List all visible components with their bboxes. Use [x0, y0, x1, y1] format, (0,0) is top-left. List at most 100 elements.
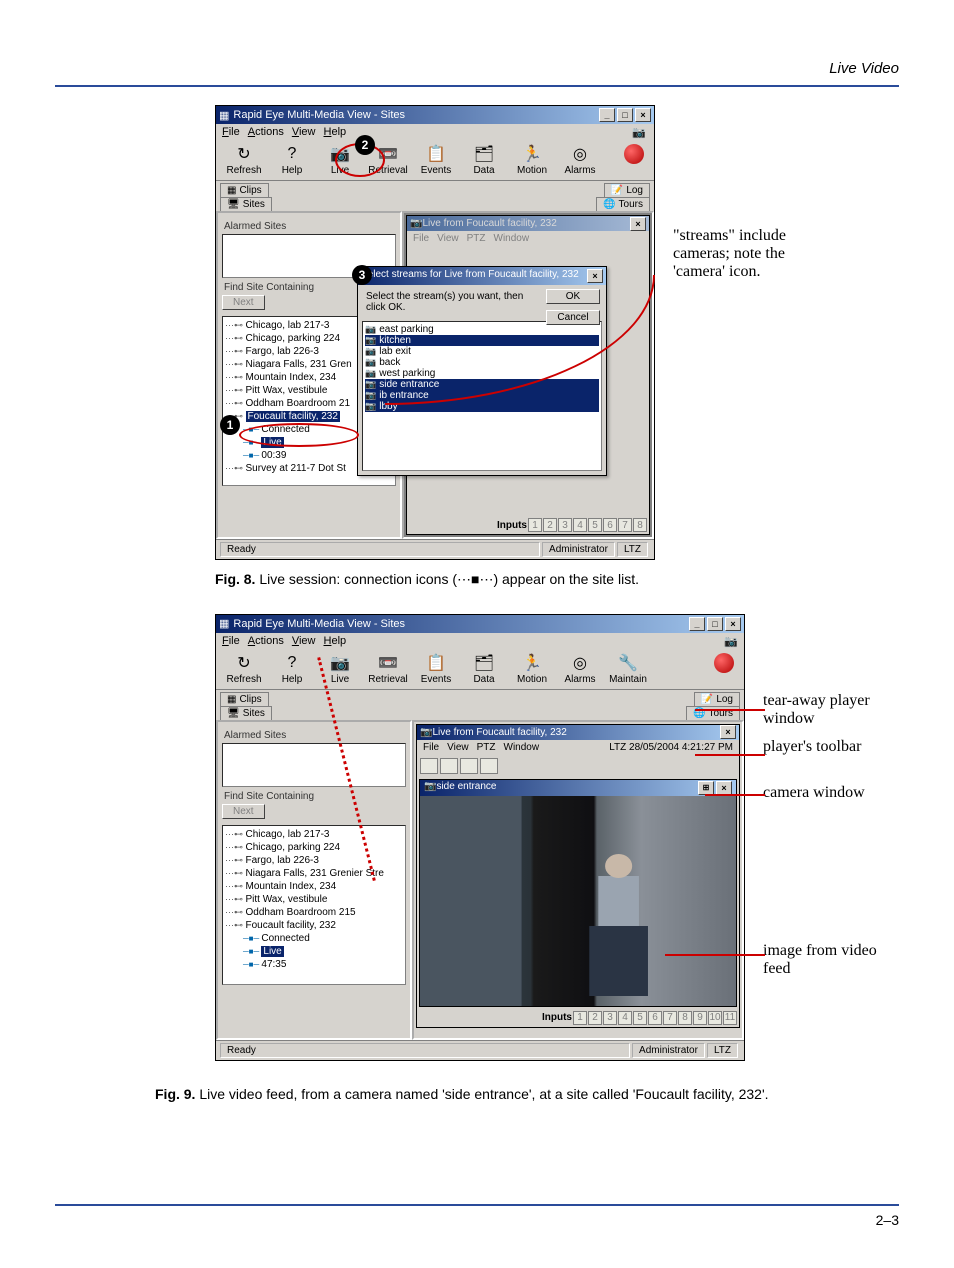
- input-btn[interactable]: 4: [573, 518, 587, 532]
- tb-motion[interactable]: 🏃Motion: [508, 652, 556, 685]
- camera-icon[interactable]: 📷: [724, 635, 738, 648]
- input-btn[interactable]: 1: [528, 518, 542, 532]
- video-feed-image: [420, 796, 736, 1006]
- tb-data[interactable]: 🗂Data: [460, 652, 508, 685]
- menu-help[interactable]: Help: [324, 635, 347, 648]
- input-btn[interactable]: 3: [558, 518, 572, 532]
- layout-1-button[interactable]: [420, 758, 438, 774]
- tb-help[interactable]: ?Help: [268, 652, 316, 685]
- menu-help[interactable]: Help: [324, 126, 347, 139]
- inner-menu-file[interactable]: File: [423, 742, 439, 753]
- input-btn[interactable]: 8: [678, 1011, 692, 1025]
- inner-menu-view[interactable]: View: [447, 742, 469, 753]
- inner-menu-ptz[interactable]: PTZ: [477, 742, 496, 753]
- close-button[interactable]: ×: [725, 617, 741, 631]
- site-tree[interactable]: Chicago, lab 217-3 Chicago, parking 224 …: [222, 825, 406, 985]
- menu-file[interactable]: File: [222, 126, 240, 139]
- input-btn[interactable]: 3: [603, 1011, 617, 1025]
- inner-window-title: Live from Foucault facility, 232: [422, 218, 556, 229]
- tab-sites[interactable]: 🖥 Sites: [220, 197, 272, 211]
- tree-node[interactable]: Fargo, lab 226-3: [225, 854, 403, 867]
- tree-child[interactable]: 47:35: [243, 958, 403, 971]
- tb-events[interactable]: 📋Events: [412, 652, 460, 685]
- tb-help[interactable]: ?Help: [268, 143, 316, 176]
- tab-sites[interactable]: 🖥 Sites: [220, 706, 272, 720]
- input-btn[interactable]: 1: [573, 1011, 587, 1025]
- tree-child[interactable]: Connected: [243, 932, 403, 945]
- menu-actions[interactable]: Actions: [248, 126, 284, 139]
- input-btn[interactable]: 5: [633, 1011, 647, 1025]
- input-btn[interactable]: 11: [723, 1011, 737, 1025]
- menu-view[interactable]: View: [292, 635, 316, 648]
- inner-menubar[interactable]: File View PTZ Window: [407, 231, 649, 246]
- tree-node[interactable]: Chicago, parking 224: [225, 841, 403, 854]
- record-indicator[interactable]: [624, 144, 644, 164]
- tb-data[interactable]: 🗂Data: [460, 143, 508, 176]
- layout-2-button[interactable]: [440, 758, 458, 774]
- inner-menu-window[interactable]: Window: [504, 742, 540, 753]
- inner-menu-file[interactable]: File: [413, 233, 429, 244]
- tb-alarms[interactable]: ◎Alarms: [556, 652, 604, 685]
- camera-icon[interactable]: 📷: [632, 126, 646, 139]
- camera-icon: [365, 379, 376, 390]
- layout-grid-button[interactable]: [460, 758, 478, 774]
- inner-menu-view[interactable]: View: [437, 233, 459, 244]
- input-btn[interactable]: 6: [603, 518, 617, 532]
- inner-close[interactable]: ×: [720, 725, 736, 739]
- minimize-button[interactable]: _: [689, 617, 705, 631]
- tab-log[interactable]: 📝 Log: [694, 692, 740, 706]
- tree-child[interactable]: Live: [243, 945, 403, 958]
- tree-node[interactable]: Foucault facility, 232: [225, 919, 403, 932]
- maximize-button[interactable]: □: [617, 108, 633, 122]
- input-btn[interactable]: 10: [708, 1011, 722, 1025]
- input-btn[interactable]: 8: [633, 518, 647, 532]
- maximize-button[interactable]: □: [707, 617, 723, 631]
- tree-node[interactable]: Chicago, lab 217-3: [225, 828, 403, 841]
- camera-icon: [365, 368, 376, 379]
- tb-alarms[interactable]: ◎Alarms: [556, 143, 604, 176]
- tab-clips[interactable]: ▦ Clips: [220, 183, 269, 197]
- input-btn[interactable]: 7: [663, 1011, 677, 1025]
- camera-name: side entrance: [436, 781, 496, 795]
- statusbar: Ready Administrator LTZ: [216, 539, 654, 559]
- camera-layout-btn[interactable]: ⊞: [698, 781, 714, 795]
- input-btn[interactable]: 2: [588, 1011, 602, 1025]
- menubar[interactable]: File Actions View Help 📷: [216, 124, 654, 141]
- next-button[interactable]: Next: [222, 295, 265, 310]
- input-btn[interactable]: 5: [588, 518, 602, 532]
- tb-retrieval[interactable]: 📼Retrieval: [364, 652, 412, 685]
- input-btn[interactable]: 4: [618, 1011, 632, 1025]
- tab-log[interactable]: 📝 Log: [604, 183, 650, 197]
- tab-tours[interactable]: 🌐 Tours: [596, 197, 650, 211]
- tb-refresh[interactable]: ↻Refresh: [220, 143, 268, 176]
- tree-node[interactable]: Oddham Boardroom 215: [225, 906, 403, 919]
- tb-maintain[interactable]: 🔧Maintain: [604, 652, 652, 685]
- inner-menu-window[interactable]: Window: [494, 233, 530, 244]
- tb-refresh[interactable]: ↻Refresh: [220, 652, 268, 685]
- menu-actions[interactable]: Actions: [248, 635, 284, 648]
- layout-multi-button[interactable]: [480, 758, 498, 774]
- input-btn[interactable]: 6: [648, 1011, 662, 1025]
- close-button[interactable]: ×: [635, 108, 651, 122]
- inner-close[interactable]: ×: [630, 217, 646, 231]
- alarmed-sites-list[interactable]: [222, 743, 406, 787]
- inner-menubar[interactable]: File View PTZ Window LTZ 28/05/2004 4:21…: [417, 740, 739, 755]
- tree-node[interactable]: Mountain Index, 234: [225, 880, 403, 893]
- input-btn[interactable]: 9: [693, 1011, 707, 1025]
- menu-file[interactable]: File: [222, 635, 240, 648]
- input-btn[interactable]: 2: [543, 518, 557, 532]
- menu-view[interactable]: View: [292, 126, 316, 139]
- camera-close[interactable]: ×: [716, 781, 732, 795]
- tab-clips[interactable]: ▦ Clips: [220, 692, 269, 706]
- tb-motion[interactable]: 🏃Motion: [508, 143, 556, 176]
- minimize-button[interactable]: _: [599, 108, 615, 122]
- menubar[interactable]: File Actions View Help 📷: [216, 633, 744, 650]
- input-btn[interactable]: 7: [618, 518, 632, 532]
- tb-events[interactable]: 📋Events: [412, 143, 460, 176]
- tree-node[interactable]: Niagara Falls, 231 Grenier Stre: [225, 867, 403, 880]
- inner-menu-ptz[interactable]: PTZ: [467, 233, 486, 244]
- tree-node[interactable]: Pitt Wax, vestibule: [225, 893, 403, 906]
- record-indicator[interactable]: [714, 653, 734, 673]
- timestamp: LTZ 28/05/2004 4:21:27 PM: [609, 742, 733, 753]
- next-button[interactable]: Next: [222, 804, 265, 819]
